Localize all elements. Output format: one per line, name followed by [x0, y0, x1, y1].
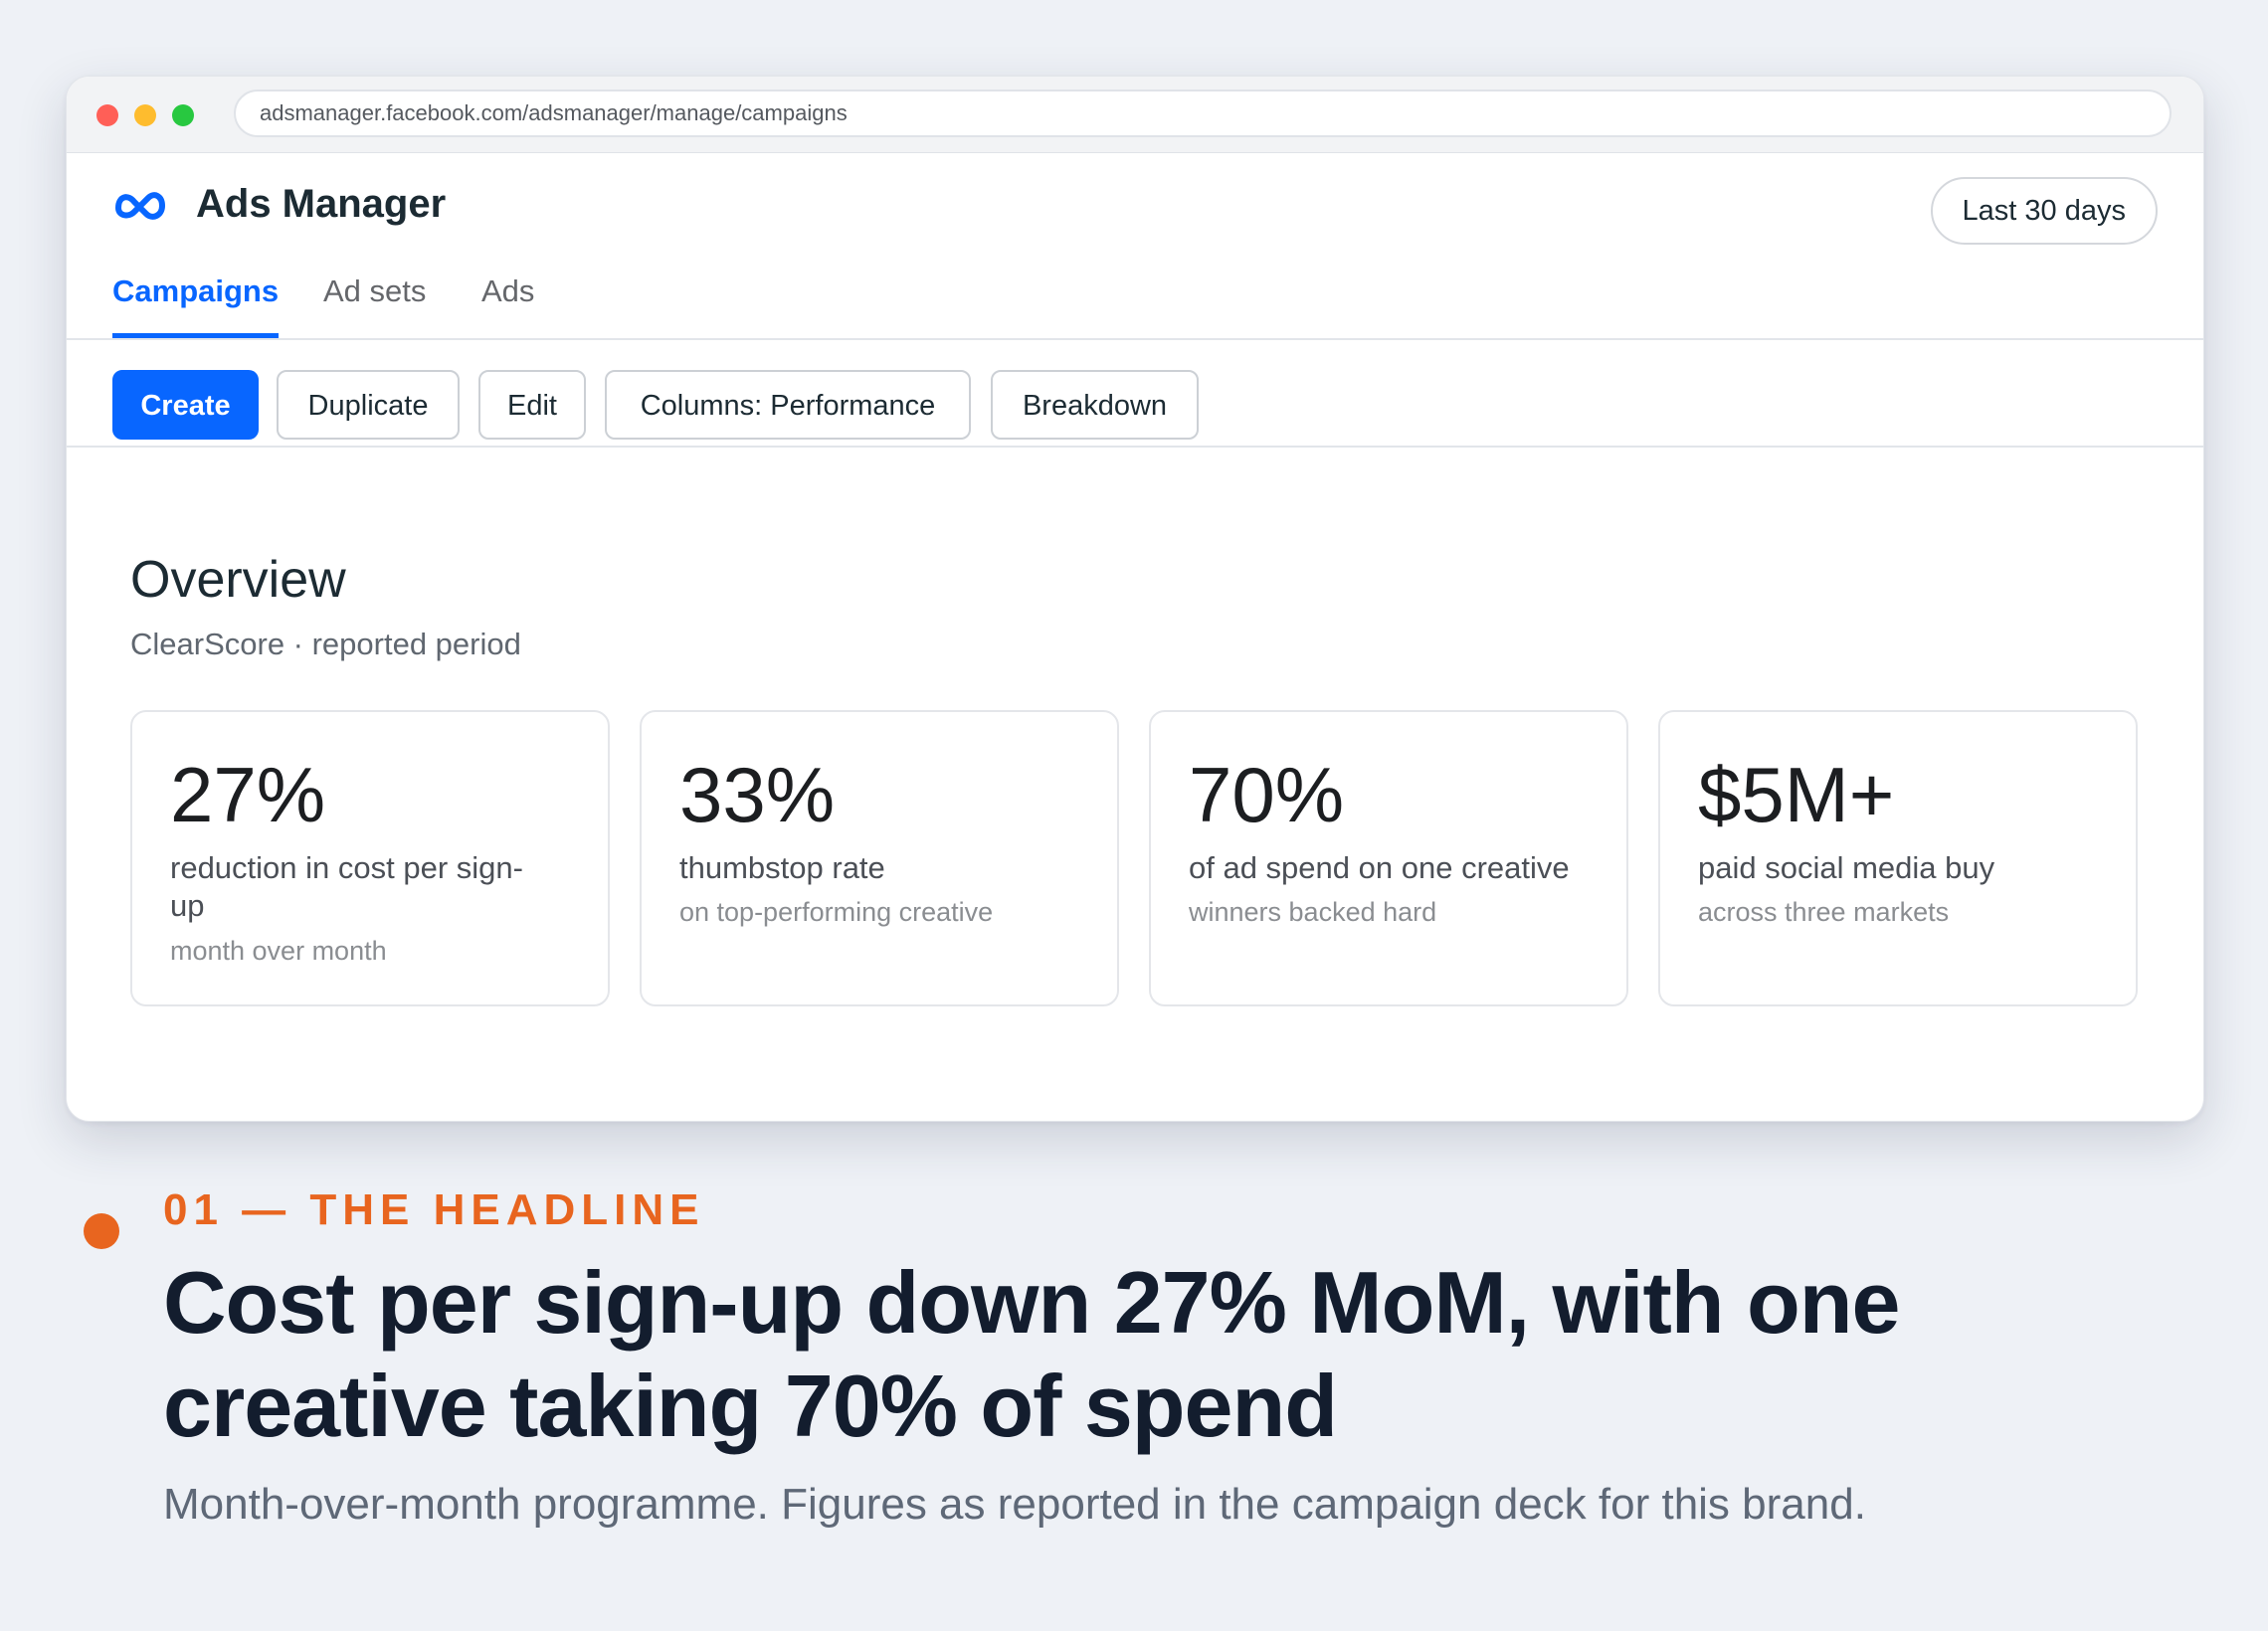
- edit-button[interactable]: Edit: [478, 370, 586, 440]
- duplicate-button[interactable]: Duplicate: [277, 370, 460, 440]
- meta-logo-icon: [115, 192, 165, 220]
- section-eyebrow: 01 — THE HEADLINE: [163, 1185, 705, 1234]
- metric-note: month over month: [170, 936, 387, 966]
- metric-card: $5M+ paid social media buy across three …: [1658, 710, 2138, 1006]
- metric-note: across three markets: [1698, 897, 1950, 927]
- metric-value: 27%: [170, 751, 326, 838]
- columns-button[interactable]: Columns: Performance: [605, 370, 971, 440]
- overview-subtitle: ClearScore · reported period: [130, 627, 521, 661]
- app-title: Ads Manager: [196, 182, 447, 226]
- date-range-picker[interactable]: Last 30 days: [1930, 177, 2158, 245]
- subheadline: Month-over-month programme. Figures as r…: [163, 1480, 1866, 1529]
- metric-value: 33%: [679, 751, 836, 838]
- toolbar: Create Duplicate Edit Columns: Performan…: [67, 340, 2203, 448]
- metric-card: 27% reduction in cost per sign-up month …: [130, 710, 610, 1006]
- browser-chrome: adsmanager.facebook.com/adsmanager/manag…: [67, 77, 2203, 153]
- bullet-dot-icon: [84, 1213, 119, 1249]
- metric-value: $5M+: [1698, 751, 1895, 838]
- metric-note: on top-performing creative: [679, 897, 994, 927]
- app-header: Ads Manager Last 30 days: [67, 152, 2203, 262]
- minimize-window-icon[interactable]: [134, 104, 156, 126]
- breakdown-button[interactable]: Breakdown: [991, 370, 1199, 440]
- metric-value: 70%: [1189, 751, 1345, 838]
- metric-label: thumbstop rate: [679, 850, 885, 885]
- tab-bar: Campaigns Ad sets Ads: [67, 262, 2203, 340]
- metric-note: winners backed hard: [1189, 897, 1437, 927]
- metric-label: paid social media buy: [1698, 850, 1995, 885]
- metric-label: reduction in cost per sign-up: [170, 850, 523, 923]
- tab-ads[interactable]: Ads: [481, 262, 534, 338]
- metric-card: 33% thumbstop rate on top-performing cre…: [640, 710, 1119, 1006]
- create-button[interactable]: Create: [112, 370, 259, 440]
- metric-card: 70% of ad spend on one creative winners …: [1149, 710, 1628, 1006]
- overview-title: Overview: [130, 551, 346, 609]
- tab-campaigns[interactable]: Campaigns: [112, 262, 280, 338]
- metric-label: of ad spend on one creative: [1189, 850, 1570, 885]
- maximize-window-icon[interactable]: [172, 104, 194, 126]
- address-bar[interactable]: adsmanager.facebook.com/adsmanager/manag…: [234, 90, 2172, 137]
- headline: Cost per sign-up down 27% MoM, with one …: [163, 1253, 1900, 1455]
- browser-window: adsmanager.facebook.com/adsmanager/manag…: [66, 76, 2204, 1122]
- close-window-icon[interactable]: [96, 104, 118, 126]
- tab-ad-sets[interactable]: Ad sets: [323, 262, 426, 338]
